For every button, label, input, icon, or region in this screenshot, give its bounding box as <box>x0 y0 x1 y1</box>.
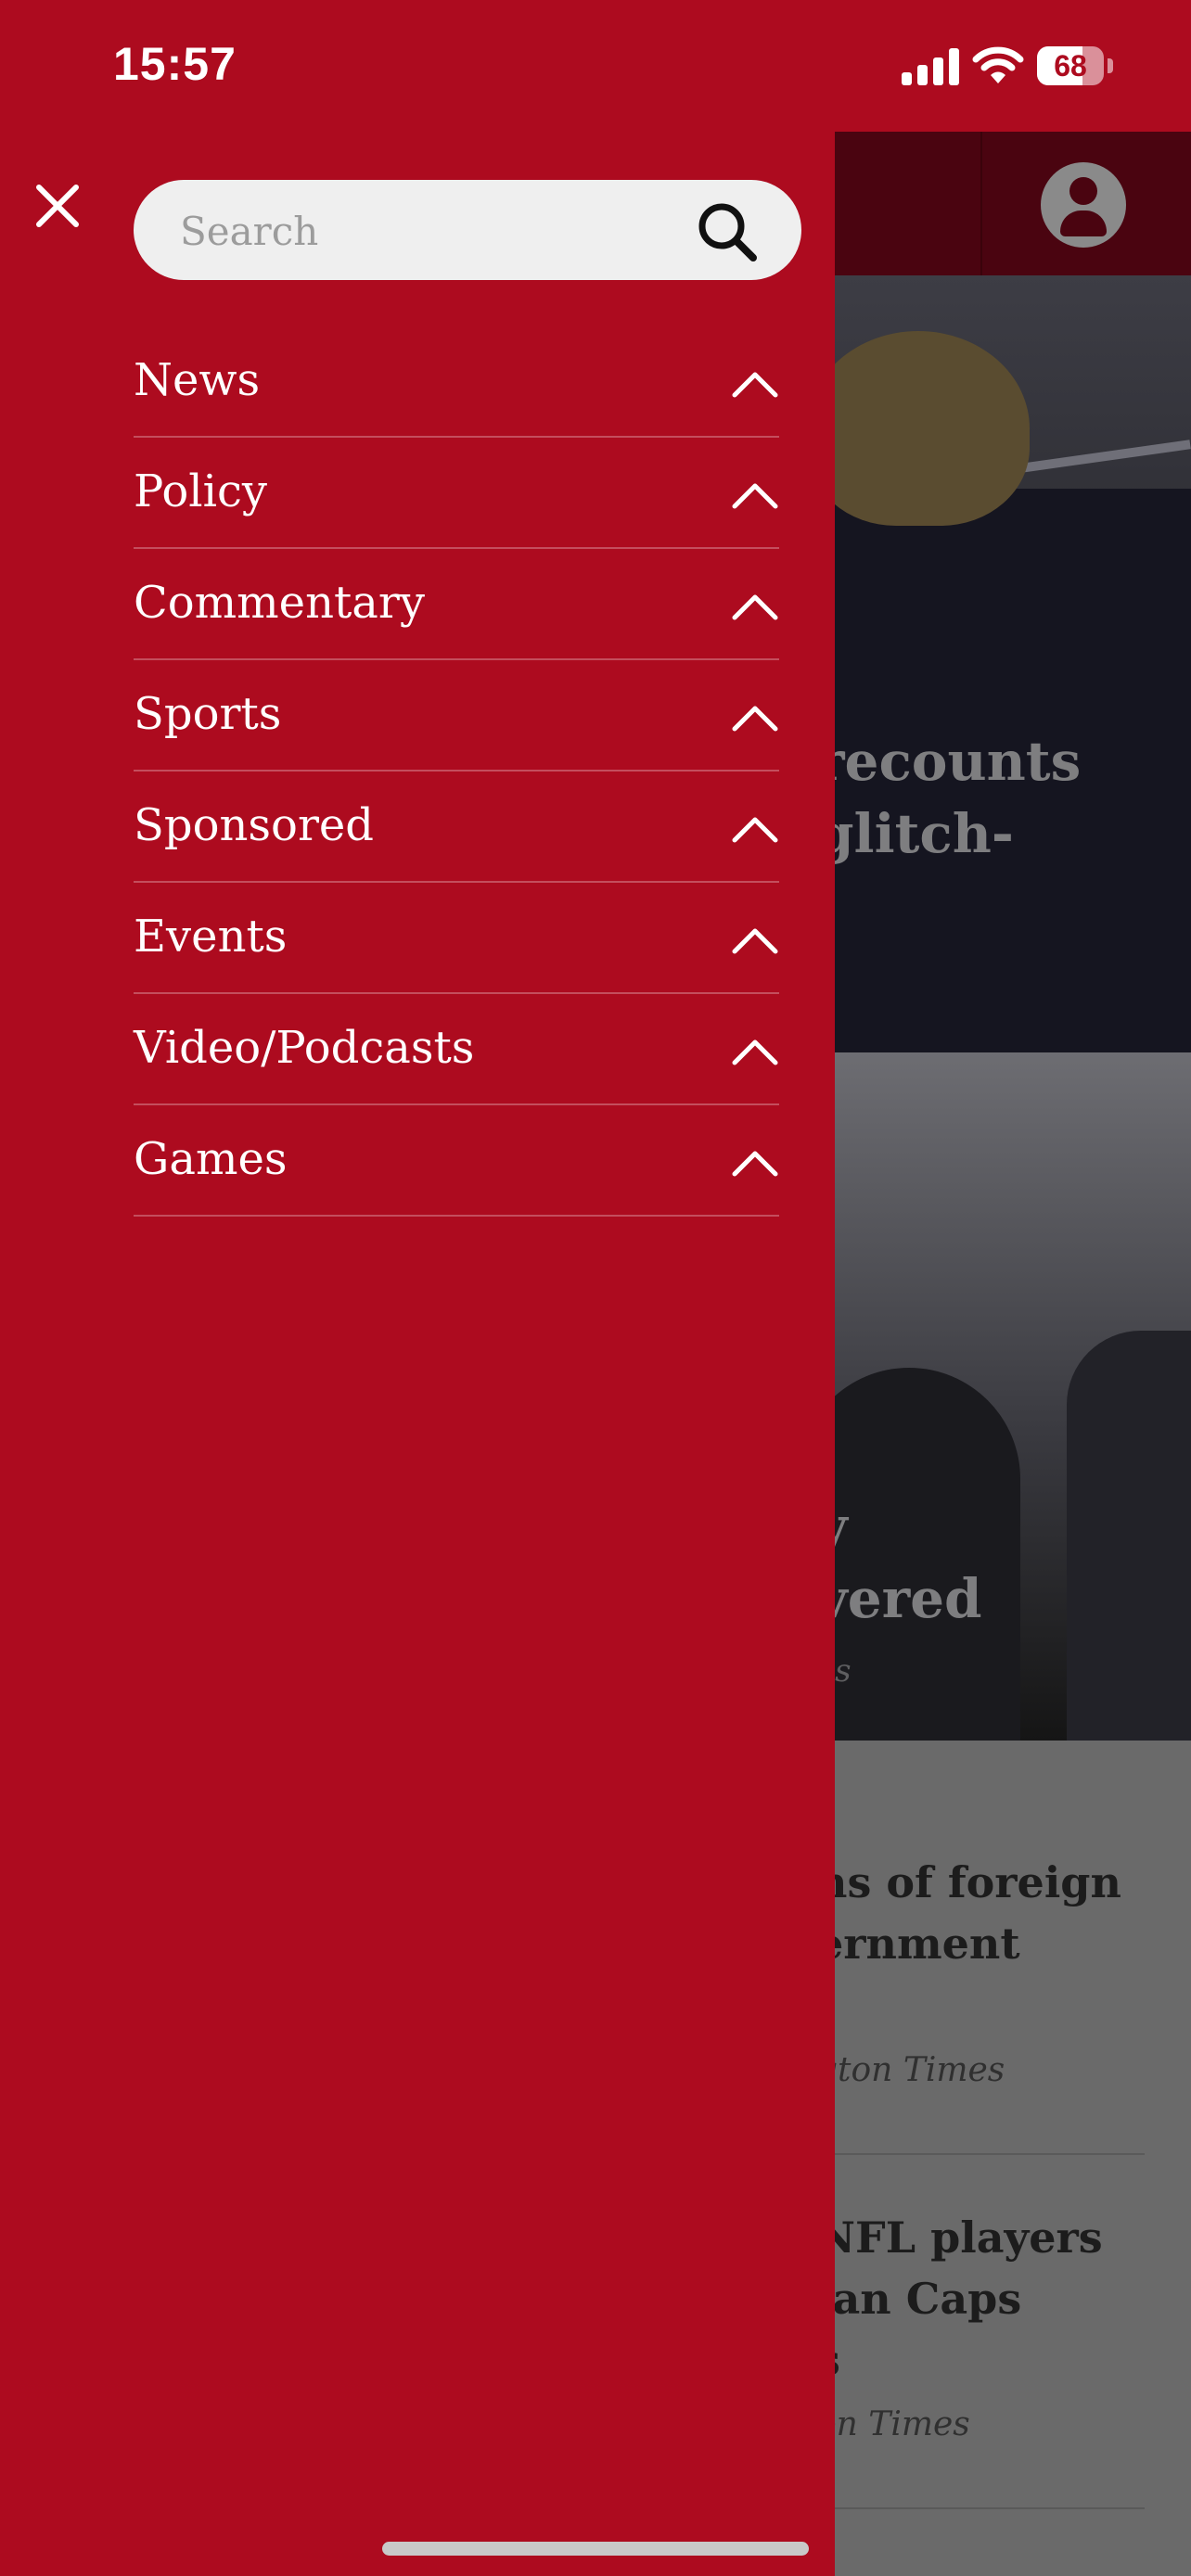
menu-item-label: News <box>134 354 261 406</box>
search-input[interactable] <box>178 180 701 282</box>
account-icon[interactable] <box>1041 162 1126 248</box>
battery-percent: 68 <box>1054 49 1087 83</box>
battery-cap <box>1108 58 1113 73</box>
story-divider <box>816 2507 1145 2509</box>
chevron-up-icon[interactable] <box>731 924 779 955</box>
menu-item-video-podcasts[interactable]: Video/Podcasts <box>134 994 779 1105</box>
chevron-up-icon[interactable] <box>731 590 779 621</box>
header-divider <box>980 132 982 275</box>
status-bar: 15:57 68 <box>0 0 1191 132</box>
story-2-source: on Times <box>816 2405 970 2443</box>
menu-item-news[interactable]: News <box>134 326 779 438</box>
menu-item-sports[interactable]: Sports <box>134 660 779 772</box>
close-icon[interactable] <box>26 174 89 237</box>
menu-item-sponsored[interactable]: Sponsored <box>134 772 779 883</box>
hero-story-2-headline-line-2[interactable]: vered <box>816 1562 982 1635</box>
battery-icon: 68 <box>1037 46 1104 85</box>
menu-item-label: Games <box>134 1133 288 1185</box>
cellular-signal-icon <box>902 48 959 85</box>
search-icon[interactable] <box>690 195 764 269</box>
wifi-icon <box>972 46 1024 83</box>
story-1-source: gton Times <box>816 2051 1005 2089</box>
story-1-title[interactable]: ns of foreign ernment <box>816 1852 1121 1974</box>
chevron-up-icon[interactable] <box>731 1035 779 1066</box>
section-menu: News Policy Commentary Sports Sponsored … <box>134 326 779 1217</box>
chevron-up-icon[interactable] <box>731 1146 779 1178</box>
home-indicator[interactable] <box>382 2542 809 2556</box>
menu-item-commentary[interactable]: Commentary <box>134 549 779 660</box>
story-2-title[interactable]: NFL players ian Caps s <box>816 2207 1103 2391</box>
menu-item-events[interactable]: Events <box>134 883 779 994</box>
chevron-up-icon[interactable] <box>731 478 779 510</box>
menu-item-label: Sports <box>134 688 282 740</box>
hero-story-1-headline-line-1[interactable]: recounts <box>816 725 1081 797</box>
chevron-up-icon[interactable] <box>731 367 779 399</box>
chevron-up-icon[interactable] <box>731 812 779 844</box>
menu-item-label: Commentary <box>134 577 425 629</box>
menu-item-games[interactable]: Games <box>134 1105 779 1217</box>
status-time: 15:57 <box>113 38 237 90</box>
menu-item-policy[interactable]: Policy <box>134 438 779 549</box>
search-bar[interactable] <box>134 180 801 282</box>
menu-item-label: Video/Podcasts <box>134 1022 475 1074</box>
story-divider <box>816 2153 1145 2155</box>
menu-item-label: Sponsored <box>134 799 375 851</box>
chevron-up-icon[interactable] <box>731 701 779 733</box>
navigation-drawer: News Policy Commentary Sports Sponsored … <box>0 0 835 2576</box>
hero-story-1-headline-line-2[interactable]: glitch- <box>816 797 1014 870</box>
menu-item-label: Policy <box>134 465 267 517</box>
menu-item-label: Events <box>134 911 288 963</box>
